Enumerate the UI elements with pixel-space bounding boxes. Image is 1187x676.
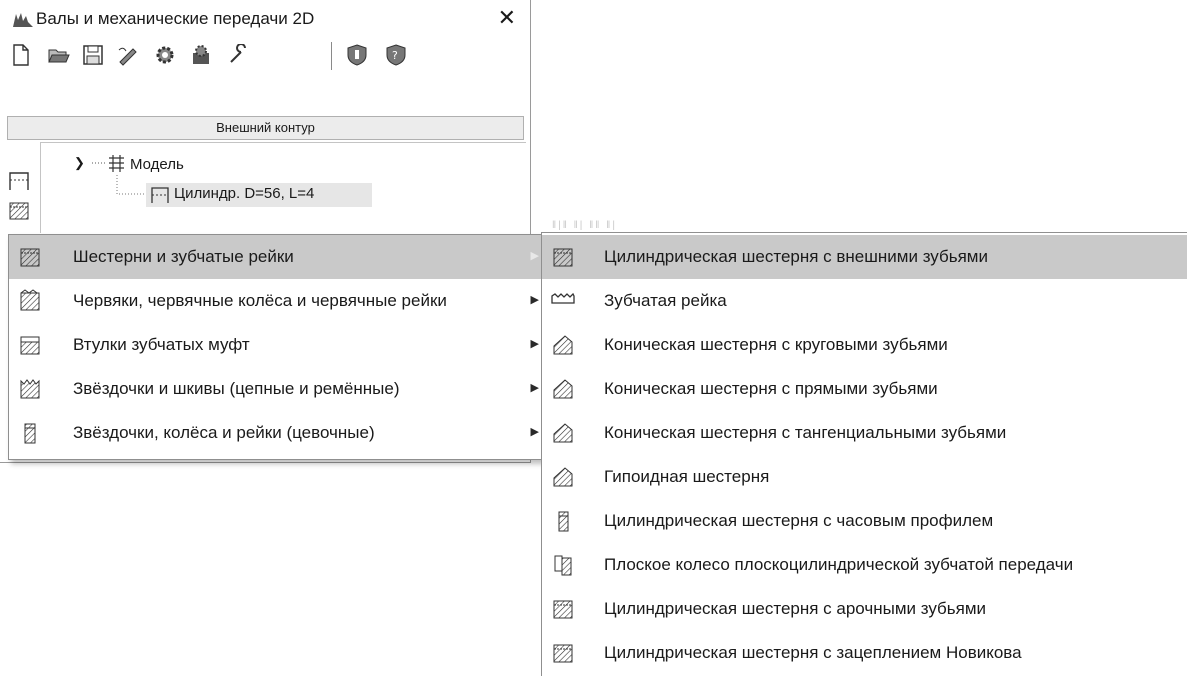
menu-item-label: Втулки зубчатых муфт bbox=[73, 335, 250, 354]
shield-icon[interactable] bbox=[344, 42, 370, 68]
menu-item-label: Звёздочки и шкивы (цепные и ремённые) bbox=[73, 379, 400, 398]
submenu-item-label: Гипоидная шестерня bbox=[604, 467, 770, 486]
gear-settings-icon[interactable] bbox=[152, 42, 178, 68]
outer-contour-icon[interactable] bbox=[5, 166, 33, 194]
menu-item-gears-racks[interactable]: Шестерни и зубчатые рейки ▶ bbox=[9, 235, 547, 279]
gear-submenu: Цилиндрическая шестерня с внешними зубья… bbox=[541, 232, 1187, 676]
app-icon bbox=[12, 10, 34, 28]
shield-question-icon[interactable]: ? bbox=[383, 42, 409, 68]
submenu-item-novikov[interactable]: Цилиндрическая шестерня с зацеплением Но… bbox=[542, 631, 1187, 675]
save-icon[interactable] bbox=[80, 42, 106, 68]
bevel-gear-icon bbox=[550, 376, 576, 402]
tree-node-cylinder-label: Цилиндр. D=56, L=4 bbox=[174, 185, 315, 202]
submenu-item-face-gear[interactable]: Плоское колесо плоскоцилиндрической зубч… bbox=[542, 543, 1187, 587]
cylinder-icon bbox=[150, 186, 170, 208]
tree-node-cylinder[interactable]: Цилиндр. D=56, L=4 bbox=[146, 183, 372, 207]
bevel-gear-icon bbox=[550, 332, 576, 358]
expand-chevron-icon[interactable]: ❯ bbox=[74, 155, 85, 171]
close-button[interactable]: ✕ bbox=[498, 5, 516, 31]
face-gear-icon bbox=[550, 552, 576, 578]
narrow-gear-icon bbox=[550, 508, 576, 534]
submenu-item-bevel-straight[interactable]: Коническая шестерня с прямыми зубьями bbox=[542, 367, 1187, 411]
gear-rack-icon bbox=[550, 288, 576, 314]
bevel-gear-icon bbox=[550, 420, 576, 446]
tree-connector bbox=[116, 175, 146, 195]
submenu-arrow-icon: ▶ bbox=[530, 382, 539, 394]
window-title: Валы и механические передачи 2D bbox=[36, 9, 315, 28]
submenu-arrow-icon: ▶ bbox=[530, 338, 539, 350]
submenu-item-bevel-tangential[interactable]: Коническая шестерня с тангенциальными зу… bbox=[542, 411, 1187, 455]
menu-item-label: Червяки, червячные колёса и червячные ре… bbox=[73, 291, 447, 310]
menu-item-label: Шестерни и зубчатые рейки bbox=[73, 247, 294, 266]
coupling-hub-icon bbox=[17, 332, 43, 358]
pin-wheel-icon bbox=[17, 420, 43, 446]
submenu-item-label: Цилиндрическая шестерня с арочными зубья… bbox=[604, 599, 987, 618]
submenu-item-arched-teeth[interactable]: Цилиндрическая шестерня с арочными зубья… bbox=[542, 587, 1187, 631]
submenu-item-rack[interactable]: Зубчатая рейка bbox=[542, 279, 1187, 323]
background-ghost-text: ‖|‖ ‖| ‖‖ ‖| bbox=[552, 220, 617, 231]
menu-item-pin-wheels[interactable]: Звёздочки, колёса и рейки (цевочные) ▶ bbox=[9, 411, 547, 455]
submenu-item-clock-profile[interactable]: Цилиндрическая шестерня с часовым профил… bbox=[542, 499, 1187, 543]
title-bar: Валы и механические передачи 2D ✕ bbox=[0, 0, 530, 38]
submenu-item-label: Плоское колесо плоскоцилиндрической зубч… bbox=[604, 555, 1074, 574]
spur-gear-icon bbox=[550, 596, 576, 622]
svg-text:?: ? bbox=[392, 49, 398, 62]
submenu-item-label: Цилиндрическая шестерня с часовым профил… bbox=[604, 511, 994, 530]
gear-hatch-side-icon[interactable] bbox=[5, 196, 33, 224]
gear-box-icon[interactable] bbox=[188, 42, 214, 68]
submenu-arrow-icon: ▶ bbox=[530, 426, 539, 438]
spur-gear-icon bbox=[550, 244, 576, 270]
toolbar-separator bbox=[331, 42, 332, 70]
submenu-item-hypoid[interactable]: Гипоидная шестерня bbox=[542, 455, 1187, 499]
submenu-item-label: Коническая шестерня с круговыми зубьями bbox=[604, 335, 948, 354]
menu-item-coupling-hubs[interactable]: Втулки зубчатых муфт ▶ bbox=[9, 323, 547, 367]
submenu-item-label: Коническая шестерня с прямыми зубьями bbox=[604, 379, 938, 398]
submenu-item-label: Цилиндрическая шестерня с зацеплением Но… bbox=[604, 643, 1022, 662]
worm-gear-icon bbox=[17, 288, 43, 314]
new-file-icon[interactable] bbox=[8, 42, 34, 68]
gear-type-menu: Шестерни и зубчатые рейки ▶ Червяки, чер… bbox=[8, 234, 548, 460]
submenu-item-label: Цилиндрическая шестерня с внешними зубья… bbox=[604, 247, 988, 266]
tree-node-model-label: Модель bbox=[130, 156, 184, 173]
menu-item-worms[interactable]: Червяки, червячные колёса и червячные ре… bbox=[9, 279, 547, 323]
sprocket-icon bbox=[17, 376, 43, 402]
submenu-arrow-icon: ▶ bbox=[530, 250, 539, 262]
spur-gear-icon bbox=[550, 640, 576, 666]
open-folder-icon[interactable] bbox=[46, 42, 72, 68]
submenu-item-spur-external[interactable]: Цилиндрическая шестерня с внешними зубья… bbox=[542, 235, 1187, 279]
submenu-item-label: Зубчатая рейка bbox=[604, 291, 727, 310]
menu-item-label: Звёздочки, колёса и рейки (цевочные) bbox=[73, 423, 375, 442]
submenu-item-label: Коническая шестерня с тангенциальными зу… bbox=[604, 423, 1007, 442]
submenu-item-bevel-circular[interactable]: Коническая шестерня с круговыми зубьями bbox=[542, 323, 1187, 367]
edit-icon[interactable] bbox=[115, 42, 141, 68]
submenu-arrow-icon: ▶ bbox=[530, 294, 539, 306]
menu-item-sprockets-pulleys[interactable]: Звёздочки и шкивы (цепные и ремённые) ▶ bbox=[9, 367, 547, 411]
gear-hatch-icon bbox=[17, 244, 43, 270]
bevel-gear-icon bbox=[550, 464, 576, 490]
wrench-icon[interactable] bbox=[225, 42, 251, 68]
section-header: Внешний контур bbox=[7, 116, 524, 140]
